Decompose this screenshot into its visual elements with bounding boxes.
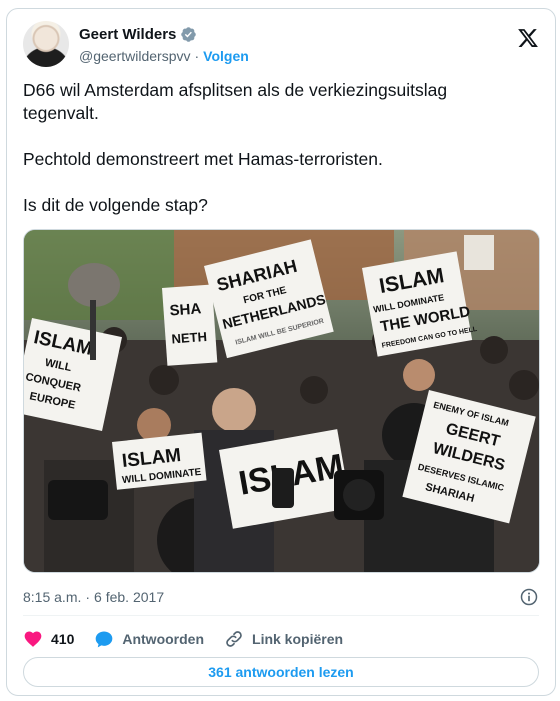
x-logo-icon[interactable] [517,27,539,49]
time-separator: · [85,589,91,605]
tweet-timestamp[interactable]: 8:15 a.m. · 6 feb. 2017 [23,587,539,607]
svg-text:SHA: SHA [169,300,202,319]
avatar[interactable] [23,21,69,67]
link-icon [226,631,242,647]
verified-badge-icon [181,27,197,42]
tweet-text: D66 wil Amsterdam afsplitsen als de verk… [23,80,448,215]
tweet-header: Geert Wilders @geertwilderspvv · Volgen [23,21,539,71]
protest-photo-illustration: ISLAM WILL CONQUER EUROPE SHA NETH SHARI… [24,230,539,572]
tweet-time: 8:15 a.m. [23,589,82,605]
handle-row: @geertwilderspvv · Volgen [79,48,249,64]
copy-link-label: Link kopiëren [252,631,344,647]
author-handle[interactable]: @geertwilderspvv [79,48,190,64]
heart-icon [24,631,42,647]
like-button[interactable]: 410 [23,629,74,649]
svg-text:NETH: NETH [171,329,207,346]
author-name-row: Geert Wilders [79,26,197,43]
handle-separator: · [194,48,200,64]
like-count: 410 [51,631,75,647]
read-replies-button[interactable]: 361 antwoorden lezen [23,657,539,687]
author-name[interactable]: Geert Wilders [79,26,176,43]
info-icon[interactable] [519,587,539,607]
tweet-photo[interactable]: ISLAM WILL CONQUER EUROPE SHA NETH SHARI… [23,229,540,573]
tweet-actions: 410 Antwoorden Link kopiëren [23,623,539,655]
reply-label: Antwoorden [122,631,205,647]
reply-bubble-icon [96,631,113,648]
reply-button[interactable]: Antwoorden [94,629,204,649]
follow-button[interactable]: Volgen [203,48,249,64]
tweet-card: Geert Wilders @geertwilderspvv · Volgen … [6,8,556,696]
tweet-date: 6 feb. 2017 [94,589,165,605]
divider [23,615,539,616]
copy-link-button[interactable]: Link kopiëren [224,629,343,649]
